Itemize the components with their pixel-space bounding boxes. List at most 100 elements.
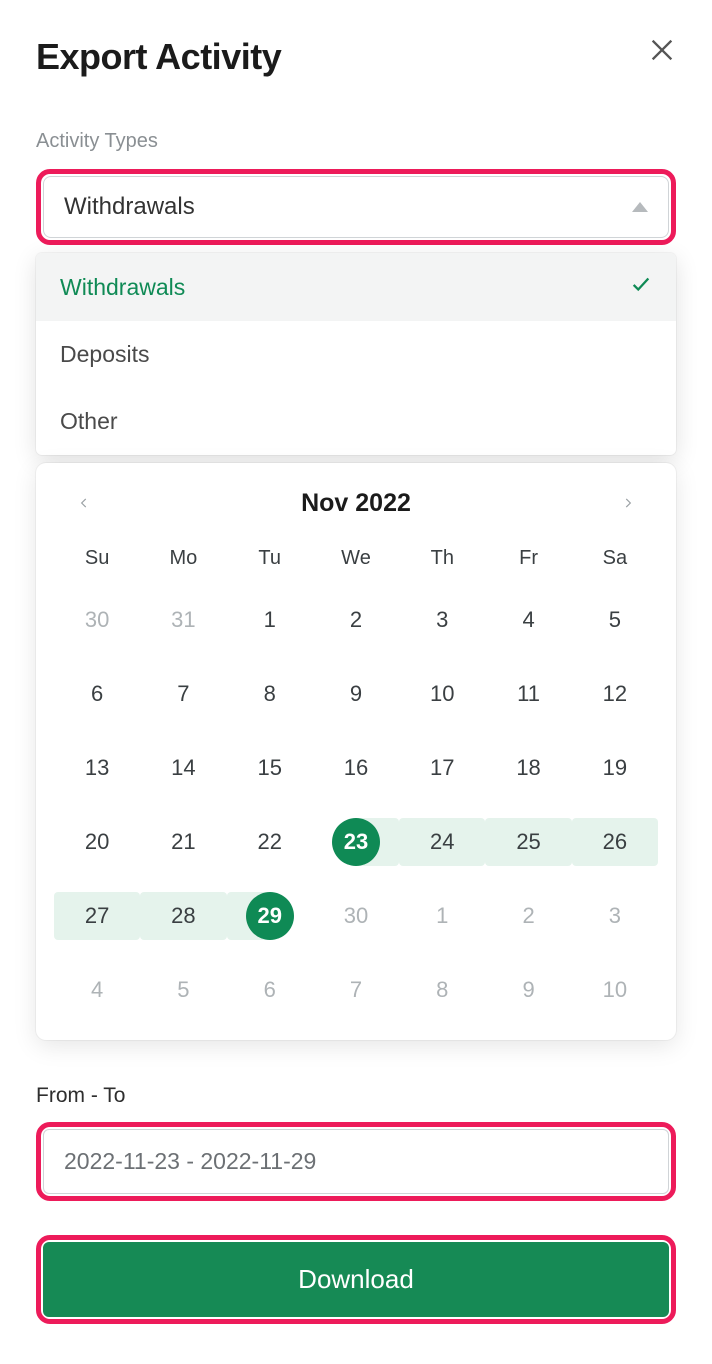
calendar-day-cell: 6 (227, 966, 313, 1014)
calendar-day[interactable]: 15 (246, 744, 294, 792)
calendar-day[interactable]: 20 (73, 818, 121, 866)
activity-type-select[interactable]: Withdrawals (43, 176, 669, 238)
calendar-day[interactable]: 22 (246, 818, 294, 866)
calendar-day-cell: 1 (227, 596, 313, 644)
calendar-day-cell: 10 (572, 966, 658, 1014)
calendar-day-cell: 26 (572, 818, 658, 866)
calendar-day-cell: 2 (485, 892, 571, 940)
calendar-day[interactable]: 17 (418, 744, 466, 792)
calendar-dow: We (313, 547, 399, 570)
calendar-day[interactable]: 3 (591, 892, 639, 940)
calendar-day[interactable]: 26 (591, 818, 639, 866)
calendar-day-cell: 5 (572, 596, 658, 644)
calendar-day-cell: 3 (399, 596, 485, 644)
calendar-day[interactable]: 9 (505, 966, 553, 1014)
calendar-day-cell: 12 (572, 670, 658, 718)
calendar-day[interactable]: 4 (73, 966, 121, 1014)
close-icon[interactable] (648, 36, 676, 69)
calendar-day[interactable]: 4 (505, 596, 553, 644)
calendar-day-cell: 18 (485, 744, 571, 792)
calendar-dow: Fr (485, 547, 571, 570)
calendar-day-cell: 17 (399, 744, 485, 792)
activity-types-label: Activity Types (36, 130, 676, 153)
calendar-day[interactable]: 11 (505, 670, 553, 718)
calendar-day-cell: 25 (485, 818, 571, 866)
calendar-day-cell: 19 (572, 744, 658, 792)
calendar-day[interactable]: 1 (418, 892, 466, 940)
calendar-day[interactable]: 16 (332, 744, 380, 792)
calendar-day[interactable]: 5 (159, 966, 207, 1014)
caret-up-icon (632, 202, 648, 212)
calendar-day-cell: 22 (227, 818, 313, 866)
calendar-day[interactable]: 8 (418, 966, 466, 1014)
calendar-day[interactable]: 14 (159, 744, 207, 792)
calendar-day[interactable]: 10 (418, 670, 466, 718)
date-range-input-highlight (36, 1122, 676, 1201)
next-month-button[interactable] (608, 483, 648, 523)
calendar-day[interactable]: 12 (591, 670, 639, 718)
calendar-day[interactable]: 10 (591, 966, 639, 1014)
date-range-calendar: Nov 2022 SuMoTuWeThFrSa30311234567891011… (36, 463, 676, 1040)
activity-option-deposits[interactable]: Deposits (36, 321, 676, 388)
prev-month-button[interactable] (64, 483, 104, 523)
calendar-day-cell: 5 (140, 966, 226, 1014)
calendar-day[interactable]: 25 (505, 818, 553, 866)
calendar-day[interactable]: 7 (159, 670, 207, 718)
activity-type-dropdown: Withdrawals Deposits Other (36, 253, 676, 455)
calendar-day-cell: 8 (227, 670, 313, 718)
calendar-day-cell: 24 (399, 818, 485, 866)
calendar-day[interactable]: 18 (505, 744, 553, 792)
calendar-day-cell: 1 (399, 892, 485, 940)
calendar-day[interactable]: 7 (332, 966, 380, 1014)
calendar-day[interactable]: 13 (73, 744, 121, 792)
calendar-day-cell: 13 (54, 744, 140, 792)
calendar-day[interactable]: 24 (418, 818, 466, 866)
calendar-day[interactable]: 5 (591, 596, 639, 644)
calendar-day[interactable]: 9 (332, 670, 380, 718)
download-button[interactable]: Download (43, 1242, 669, 1317)
calendar-day-cell: 7 (313, 966, 399, 1014)
activity-option-withdrawals[interactable]: Withdrawals (36, 253, 676, 321)
calendar-day[interactable]: 23 (332, 818, 380, 866)
download-button-highlight: Download (36, 1235, 676, 1324)
calendar-day[interactable]: 30 (73, 596, 121, 644)
calendar-day-cell: 6 (54, 670, 140, 718)
calendar-day-cell: 23 (313, 818, 399, 866)
calendar-day-cell: 27 (54, 892, 140, 940)
page-title: Export Activity (36, 36, 281, 78)
calendar-day[interactable]: 21 (159, 818, 207, 866)
calendar-dow: Tu (227, 547, 313, 570)
calendar-day[interactable]: 8 (246, 670, 294, 718)
calendar-day[interactable]: 6 (246, 966, 294, 1014)
calendar-day-cell: 8 (399, 966, 485, 1014)
calendar-dow: Sa (572, 547, 658, 570)
calendar-dow: Th (399, 547, 485, 570)
calendar-day[interactable]: 3 (418, 596, 466, 644)
date-range-input[interactable] (43, 1129, 669, 1194)
calendar-day-cell: 10 (399, 670, 485, 718)
calendar-day-cell: 16 (313, 744, 399, 792)
calendar-day[interactable]: 2 (332, 596, 380, 644)
calendar-dow: Mo (140, 547, 226, 570)
calendar-day-cell: 9 (485, 966, 571, 1014)
calendar-day[interactable]: 19 (591, 744, 639, 792)
calendar-day-cell: 9 (313, 670, 399, 718)
from-to-label: From - To (36, 1084, 676, 1108)
calendar-day-cell: 3 (572, 892, 658, 940)
calendar-day-cell: 29 (227, 892, 313, 940)
activity-option-label: Deposits (60, 341, 149, 368)
calendar-day[interactable]: 29 (246, 892, 294, 940)
calendar-day[interactable]: 1 (246, 596, 294, 644)
calendar-day-cell: 15 (227, 744, 313, 792)
activity-selected-value: Withdrawals (64, 193, 195, 221)
calendar-dow: Su (54, 547, 140, 570)
calendar-day-cell: 21 (140, 818, 226, 866)
calendar-day[interactable]: 6 (73, 670, 121, 718)
calendar-day-cell: 4 (485, 596, 571, 644)
calendar-day[interactable]: 31 (159, 596, 207, 644)
activity-option-other[interactable]: Other (36, 388, 676, 455)
calendar-day[interactable]: 30 (332, 892, 380, 940)
calendar-day[interactable]: 2 (505, 892, 553, 940)
activity-option-label: Other (60, 408, 118, 435)
calendar-day[interactable]: 27 (73, 892, 121, 940)
